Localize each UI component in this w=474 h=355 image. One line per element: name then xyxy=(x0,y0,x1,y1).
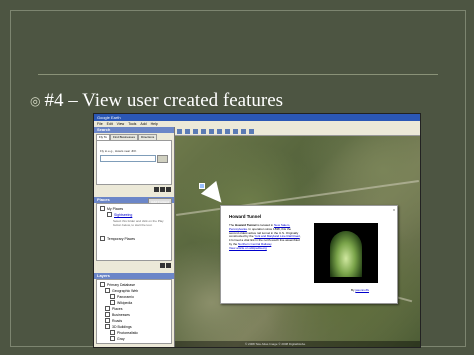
slide-title: #4 – View user created features xyxy=(44,90,284,111)
placemark-pin-icon[interactable] xyxy=(199,183,205,189)
layer-label: Geographic Web xyxy=(112,288,139,293)
layer-item[interactable]: Primary Database xyxy=(100,282,135,287)
checkbox-icon[interactable] xyxy=(100,206,105,211)
layer-item[interactable]: Wikipedia xyxy=(110,300,132,305)
search-label: Fly to e.g., Hotels near JFK xyxy=(100,149,137,153)
tree-item-label: Temporary Places xyxy=(107,236,136,241)
places-nav-buttons xyxy=(94,263,174,271)
layer-item[interactable]: Gray xyxy=(110,336,125,341)
layer-label: Panoramio xyxy=(117,294,134,299)
tree-item-my-places[interactable]: My Places xyxy=(100,206,123,211)
ruler-icon[interactable] xyxy=(233,128,238,134)
path-icon[interactable] xyxy=(201,128,206,134)
print-icon[interactable] xyxy=(249,128,254,134)
window-title: Google Earth xyxy=(94,114,420,121)
tour-icon[interactable] xyxy=(217,128,222,134)
play-icon[interactable] xyxy=(154,187,159,192)
callout-description: The Howard Tunnel is located in New Sale… xyxy=(229,223,301,251)
checkbox-icon[interactable] xyxy=(110,294,115,299)
slide-background: ◎ #4 – View user created features Google… xyxy=(0,0,474,355)
tree-item-label: My Places xyxy=(107,206,124,211)
placemark-icon[interactable] xyxy=(185,128,190,134)
bullet-row: ◎ #4 – View user created features xyxy=(30,90,283,112)
search-box: Fly to e.g., Hotels near JFK xyxy=(96,140,172,185)
sidebar: Search Fly To Find Businesses Directions… xyxy=(94,127,175,347)
checkbox-icon[interactable] xyxy=(105,312,110,317)
next-icon[interactable] xyxy=(166,263,171,268)
tunnel-opening xyxy=(330,231,362,277)
map-view[interactable]: x Howard Tunnel The Howard Tunnel is loc… xyxy=(175,127,420,347)
text-segment: . xyxy=(271,241,273,246)
layer-item[interactable]: 3D Buildings xyxy=(105,324,132,329)
close-icon[interactable]: x xyxy=(393,207,395,212)
places-header-label: Places xyxy=(97,197,110,202)
places-tree: My Places Sightseeing Select this folder… xyxy=(96,203,172,261)
checkbox-icon[interactable] xyxy=(105,306,110,311)
callout-title: Howard Tunnel xyxy=(229,214,262,219)
checkbox-icon[interactable] xyxy=(105,288,110,293)
title-divider xyxy=(38,74,438,75)
map-toolbar xyxy=(175,127,420,136)
layer-label: Wikipedia xyxy=(117,300,133,305)
checkbox-icon[interactable] xyxy=(100,282,105,287)
tunnel-photo xyxy=(314,223,378,283)
layer-label: Places xyxy=(112,306,123,311)
photo-credit: By jasonnoffs xyxy=(351,288,369,292)
layer-label: Primary Database xyxy=(107,282,136,287)
tree-item-sightseeing[interactable]: Sightseeing xyxy=(107,212,132,217)
layer-label: 3D Buildings xyxy=(112,324,132,329)
email-icon[interactable] xyxy=(241,128,246,134)
overlay-icon[interactable] xyxy=(209,128,214,134)
wikipedia-link[interactable]: View article on wikipedia.org xyxy=(229,246,267,250)
layer-item[interactable]: Panoramio xyxy=(110,294,134,299)
balloon-callout: x Howard Tunnel The Howard Tunnel is loc… xyxy=(220,205,398,304)
sightseeing-note: Select this folder and click on the Play… xyxy=(113,219,164,227)
tree-item-temporary-places[interactable]: Temporary Places xyxy=(100,236,135,241)
next-icon[interactable] xyxy=(166,187,171,192)
layer-label: Photorealistic xyxy=(117,330,139,335)
layer-label: Businesses xyxy=(112,312,130,317)
layer-item[interactable]: Places xyxy=(105,306,123,311)
layer-item[interactable]: Geographic Web xyxy=(105,288,138,293)
layer-label: Gray xyxy=(117,336,125,341)
window-body: Search Fly To Find Businesses Directions… xyxy=(94,127,420,347)
search-nav-buttons xyxy=(94,187,174,195)
checkbox-icon[interactable] xyxy=(107,212,112,217)
checkbox-icon[interactable] xyxy=(110,300,115,305)
polygon-icon[interactable] xyxy=(193,128,198,134)
sky-icon[interactable] xyxy=(225,128,230,134)
checkbox-icon[interactable] xyxy=(100,236,105,241)
tree-item-label: Sightseeing xyxy=(114,212,133,217)
map-status-bar: © 2008 Tele Atlas Image © 2008 DigitalGl… xyxy=(175,341,420,347)
search-panel-header[interactable]: Search xyxy=(94,127,174,133)
checkbox-icon[interactable] xyxy=(110,336,115,341)
play-icon[interactable] xyxy=(160,263,165,268)
layer-item[interactable]: Photorealistic xyxy=(110,330,138,335)
checkbox-icon[interactable] xyxy=(105,324,110,329)
stop-icon[interactable] xyxy=(160,187,165,192)
layers-tree: Primary Database Geographic Web Panorami… xyxy=(96,279,172,344)
search-button[interactable] xyxy=(157,155,168,163)
layer-item[interactable]: Businesses xyxy=(105,312,130,317)
google-earth-window: Google Earth File Edit View Tools Add He… xyxy=(93,113,421,348)
search-input[interactable] xyxy=(100,155,156,162)
checkbox-icon[interactable] xyxy=(110,330,115,335)
checkbox-icon[interactable] xyxy=(105,318,110,323)
sidebar-toggle-icon[interactable] xyxy=(177,128,182,134)
layer-item[interactable]: Roads xyxy=(105,318,122,323)
layer-label: Roads xyxy=(112,318,123,323)
author-link[interactable]: jasonnoffs xyxy=(355,288,369,292)
circle-bullet-icon: ◎ xyxy=(30,94,41,108)
